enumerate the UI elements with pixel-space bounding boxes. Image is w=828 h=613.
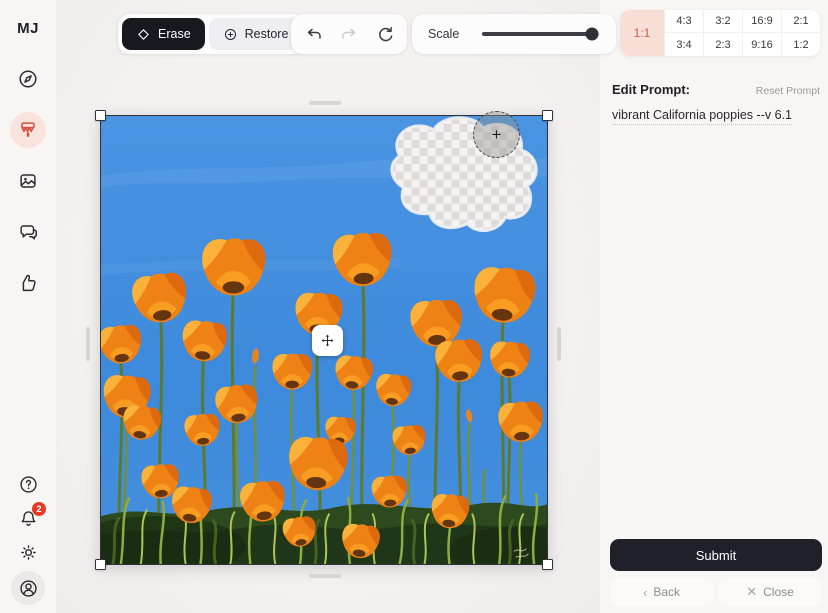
plus-circle-icon [223,27,238,42]
undo-button[interactable] [301,21,327,47]
sidebar-item-rate[interactable] [10,265,46,301]
sidebar-item-theme[interactable] [13,537,43,567]
notification-badge: 2 [32,502,46,516]
sidebar-item-notifications[interactable]: 2 [13,503,43,533]
aspect-ratio-option[interactable]: 2:1 [781,10,820,33]
crop-handle-bottom-right[interactable] [542,559,553,570]
erase-label: Erase [158,27,191,41]
reset-prompt-link[interactable]: Reset Prompt [756,85,820,97]
resize-handle-left[interactable] [86,327,90,361]
aspect-ratio-option[interactable]: 1:2 [781,33,820,56]
aspect-ratio-option[interactable]: 3:2 [703,10,742,33]
brush-icon [17,119,39,141]
back-button[interactable]: ‹ Back [610,578,713,606]
submit-button[interactable]: Submit [610,539,822,571]
sidebar-item-account[interactable] [11,571,45,605]
prompt-text: vibrant California poppies --v 6.1 [612,108,792,125]
move-icon [320,333,335,348]
account-avatar-icon [18,578,39,599]
back-label: Back [653,585,680,599]
redo-button[interactable] [336,21,362,47]
chevron-left-icon: ‹ [643,585,647,600]
move-image-button[interactable] [312,325,343,356]
brush-cursor[interactable]: + [473,111,520,158]
help-icon [18,474,39,495]
sidebar-item-gallery[interactable] [10,163,46,199]
crop-handle-top-right[interactable] [542,110,553,121]
close-button[interactable]: ✕ Close [718,578,822,606]
aspect-ratio-option[interactable]: 16:9 [742,10,781,33]
scale-toolbar: Scale [412,14,616,54]
restore-label: Restore [245,27,289,41]
aspect-ratio-grid: 4:3 3:2 16:9 2:1 3:4 2:3 9:16 1:2 [664,10,820,56]
erase-button[interactable]: Erase [122,18,205,50]
restore-button[interactable]: Restore [209,18,303,50]
redo-icon [340,25,358,43]
mj-logo[interactable]: MJ [17,20,39,37]
aspect-ratio-option[interactable]: 9:16 [742,33,781,56]
mode-toolbar: Erase Restore [118,14,306,54]
aspect-ratio-option[interactable]: 4:3 [664,10,703,33]
history-toolbar [291,14,407,54]
sun-icon [18,542,39,563]
crop-handle-top-left[interactable] [95,110,106,121]
aspect-ratio-picker: 1:1 4:3 3:2 16:9 2:1 3:4 2:3 9:16 1:2 [620,10,820,56]
reset-canvas-button[interactable] [372,21,398,47]
image-icon [17,170,39,192]
compass-icon [17,68,39,90]
midjourney-editor-window: MJ [0,0,828,613]
close-x-icon: ✕ [746,584,757,600]
edit-prompt-label: Edit Prompt: [612,82,690,97]
sidebar-item-chat[interactable] [10,214,46,250]
edit-panel: Edit Prompt: Reset Prompt vibrant Califo… [600,0,828,613]
close-label: Close [763,585,794,599]
edit-canvas[interactable]: + [100,115,548,565]
aspect-ratio-selected[interactable]: 1:1 [620,10,664,56]
chat-icon [17,221,39,243]
scale-slider-thumb[interactable] [585,28,598,41]
sidebar-item-help[interactable] [13,469,43,499]
resize-handle-bottom[interactable] [309,574,341,578]
brush-plus-icon: + [492,126,502,143]
sidebar: MJ [0,0,56,613]
resize-handle-right[interactable] [557,327,561,361]
eraser-diamond-icon [136,27,151,42]
scale-slider[interactable] [482,32,600,36]
prompt-input[interactable]: vibrant California poppies --v 6.1 [612,108,820,122]
undo-icon [305,25,323,43]
scale-label: Scale [428,27,459,41]
resize-handle-top[interactable] [309,101,341,105]
crop-handle-bottom-left[interactable] [95,559,106,570]
aspect-ratio-option[interactable]: 3:4 [664,33,703,56]
thumbs-up-icon [17,272,39,294]
sidebar-item-explore[interactable] [10,61,46,97]
scale-slider-fill [482,32,592,36]
reset-icon [376,25,394,43]
sidebar-item-edit[interactable] [10,112,46,148]
aspect-ratio-option[interactable]: 2:3 [703,33,742,56]
